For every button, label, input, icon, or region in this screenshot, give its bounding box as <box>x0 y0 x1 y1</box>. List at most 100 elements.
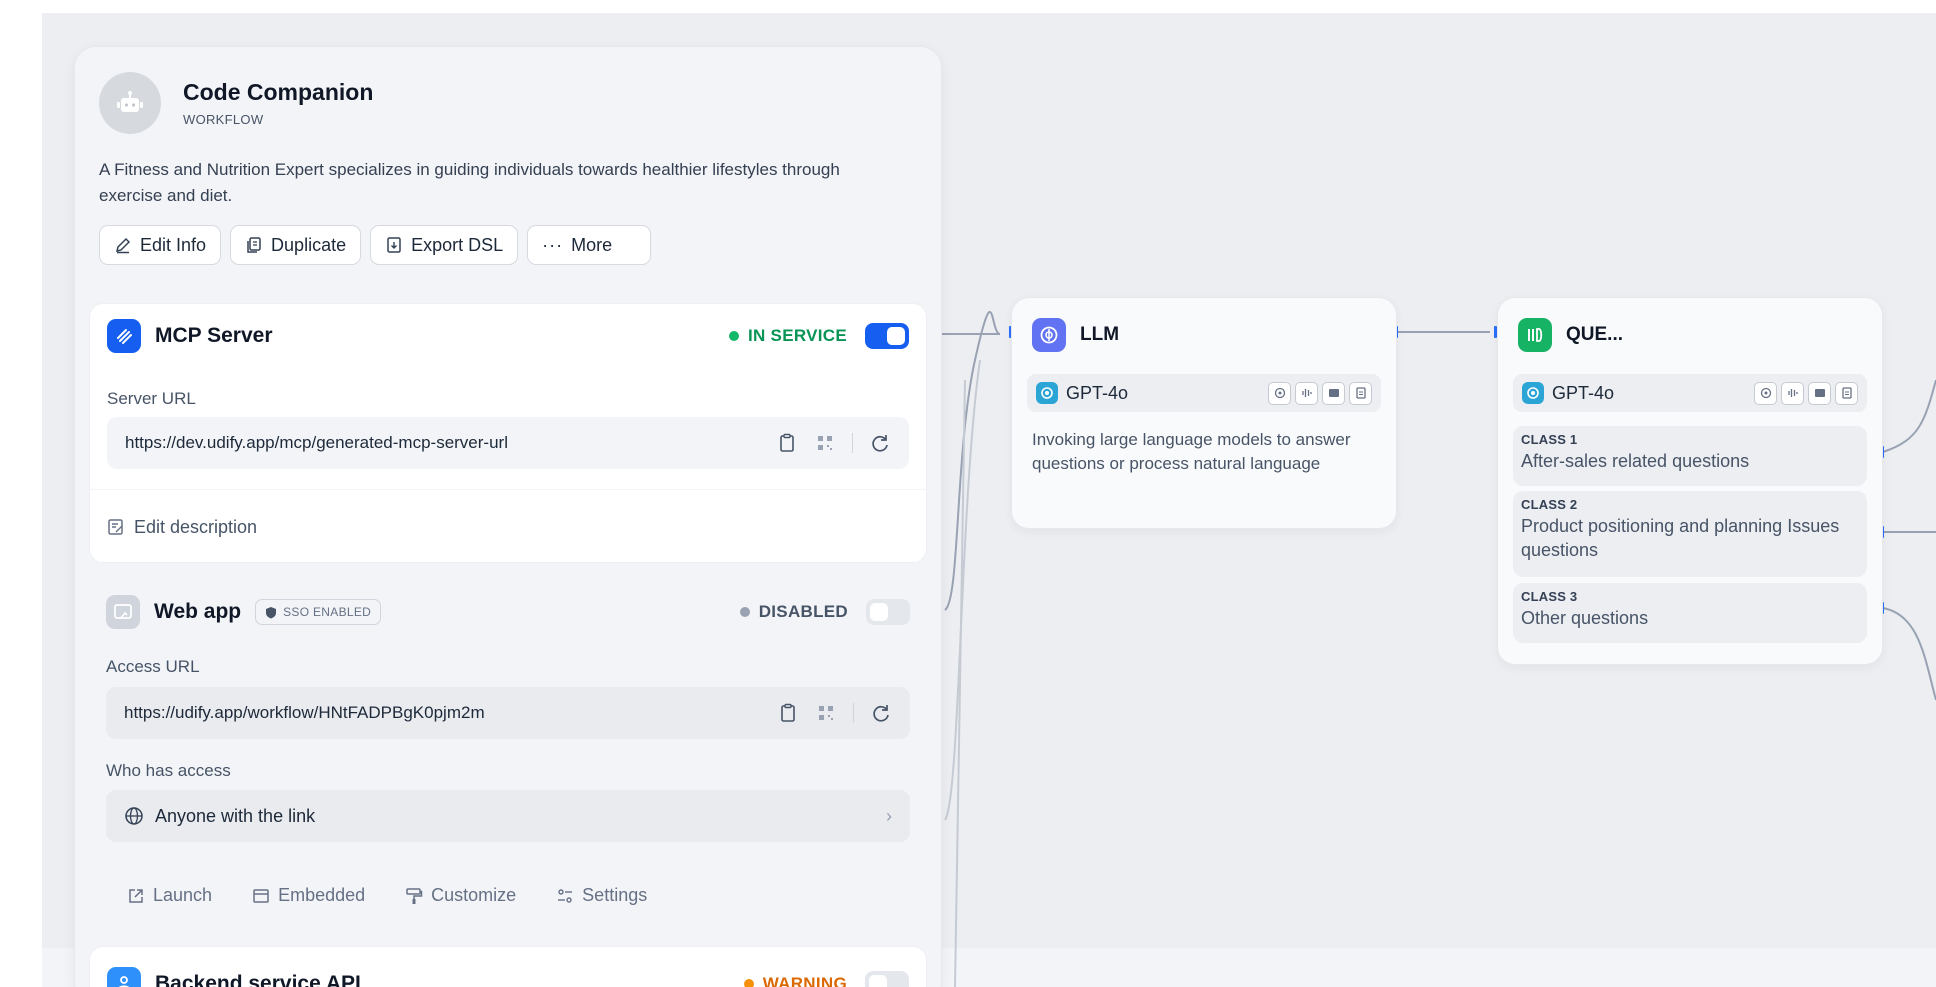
app-description: A Fitness and Nutrition Expert specializ… <box>99 160 840 205</box>
app-avatar <box>99 72 161 134</box>
sso-badge: SSO ENABLED <box>255 599 382 625</box>
openai-icon <box>1522 382 1544 404</box>
more-label: More <box>571 234 613 255</box>
mcp-status-label: IN SERVICE <box>747 326 847 345</box>
globe-icon <box>125 807 143 825</box>
refresh-icon[interactable] <box>869 432 891 454</box>
web-app-card: Web app SSO ENABLED DISABLED Access URL … <box>89 575 927 940</box>
llm-node[interactable]: LLM GPT-4o Invoking large language model… <box>1011 297 1397 529</box>
audio-icon <box>1295 381 1318 405</box>
vision-icon <box>1268 381 1291 405</box>
customize-button[interactable]: Customize <box>405 885 516 906</box>
app-actions: Edit Info Duplicate Export DSL ··· More <box>99 225 652 265</box>
video-icon <box>1808 381 1831 405</box>
server-url-value: https://dev.udify.app/mcp/generated-mcp-… <box>125 433 508 452</box>
clipboard-icon[interactable] <box>776 432 798 454</box>
duplicate-button[interactable]: Duplicate <box>230 225 362 265</box>
shield-icon <box>266 606 277 618</box>
qr-code-icon[interactable] <box>815 702 837 724</box>
class-item[interactable]: CLASS 3 Other questions <box>1513 583 1867 643</box>
class-label: CLASS 2 <box>1521 497 1578 512</box>
paint-roller-icon <box>406 887 423 904</box>
sso-badge-label: SSO ENABLED <box>283 605 372 619</box>
edit-info-button[interactable]: Edit Info <box>99 225 222 265</box>
class-item[interactable]: CLASS 2 Product positioning and planning… <box>1513 491 1867 577</box>
edit-note-icon <box>108 519 123 535</box>
ellipsis-icon: ··· <box>542 234 564 255</box>
web-app-status-label: DISABLED <box>758 602 848 621</box>
status-dot <box>743 979 754 987</box>
llm-model-selector[interactable]: GPT-4o <box>1027 374 1381 412</box>
web-app-toggle[interactable] <box>866 599 910 625</box>
vision-icon <box>1754 381 1777 405</box>
edit-info-label: Edit Info <box>140 234 207 255</box>
web-app-icon <box>106 595 140 629</box>
clipboard-icon[interactable] <box>777 702 799 724</box>
file-export-icon <box>387 237 401 253</box>
robot-icon <box>117 91 143 112</box>
launch-button[interactable]: Launch <box>127 885 212 906</box>
edit-description-button[interactable]: Edit description <box>90 489 926 564</box>
server-url-field: https://dev.udify.app/mcp/generated-mcp-… <box>107 417 909 469</box>
settings-button[interactable]: Settings <box>556 885 647 906</box>
mcp-server-card: MCP Server IN SERVICE Server URL https:/… <box>89 303 927 563</box>
duplicate-label: Duplicate <box>271 234 347 255</box>
qr-code-icon[interactable] <box>814 432 836 454</box>
api-status: WARNING <box>743 974 847 987</box>
more-button[interactable]: ··· More <box>527 225 652 265</box>
api-toggle[interactable] <box>865 971 909 987</box>
app-header: Code Companion WORKFLOW <box>99 72 373 134</box>
mcp-icon <box>107 319 141 353</box>
api-status-label: WARNING <box>762 974 847 987</box>
llm-model-name: GPT-4o <box>1066 382 1129 403</box>
external-link-icon <box>129 888 143 903</box>
classifier-model-name: GPT-4o <box>1552 382 1615 403</box>
llm-icon <box>1032 318 1066 352</box>
status-dot <box>739 607 750 617</box>
web-app-title: Web app <box>154 600 242 623</box>
server-url-label: Server URL <box>107 389 196 408</box>
refresh-icon[interactable] <box>870 702 892 724</box>
launch-label: Launch <box>153 885 213 905</box>
document-icon <box>1835 381 1858 405</box>
settings-label: Settings <box>582 885 648 905</box>
access-value: Anyone with the link <box>155 805 316 826</box>
class-text: Product positioning and planning Issues … <box>1521 516 1840 560</box>
embedded-button[interactable]: Embedded <box>252 885 365 906</box>
copy-icon <box>247 237 261 253</box>
app-type: WORKFLOW <box>183 112 264 127</box>
openai-icon <box>1036 382 1058 404</box>
pencil-icon <box>115 237 131 254</box>
access-url-value: https://udify.app/workflow/HNtFADPBgK0pj… <box>124 703 485 722</box>
who-has-access-label: Who has access <box>106 761 231 780</box>
export-dsl-button[interactable]: Export DSL <box>370 225 519 265</box>
api-title: Backend service API <box>155 972 361 987</box>
embed-window-icon <box>253 888 269 903</box>
customize-label: Customize <box>431 885 517 905</box>
backend-api-card: Backend service API WARNING <box>89 946 927 987</box>
embedded-label: Embedded <box>278 885 366 905</box>
question-classifier-node[interactable]: QUE... GPT-4o CLASS 1 After-sales relate… <box>1497 297 1883 665</box>
classifier-title: QUE... <box>1566 324 1624 345</box>
class-label: CLASS 3 <box>1521 589 1578 604</box>
class-text: Other questions <box>1521 608 1649 628</box>
access-url-label: Access URL <box>106 657 200 676</box>
class-item[interactable]: CLASS 1 After-sales related questions <box>1513 426 1867 486</box>
access-url-field: https://udify.app/workflow/HNtFADPBgK0pj… <box>106 687 910 739</box>
sliders-icon <box>558 888 573 903</box>
classifier-model-selector[interactable]: GPT-4o <box>1513 374 1867 412</box>
mcp-title: MCP Server <box>155 324 273 347</box>
export-dsl-label: Export DSL <box>411 234 504 255</box>
llm-description: Invoking large language models to answer… <box>1032 430 1351 473</box>
web-app-actions: Launch Embedded Customize Settings <box>127 885 647 906</box>
audio-icon <box>1781 381 1804 405</box>
document-icon <box>1349 381 1372 405</box>
edit-description-label: Edit description <box>134 516 258 537</box>
access-selector[interactable]: Anyone with the link › <box>106 790 910 842</box>
web-app-status: DISABLED <box>739 602 848 622</box>
llm-title: LLM <box>1080 324 1120 345</box>
api-icon <box>107 967 141 987</box>
classifier-icon <box>1518 318 1552 352</box>
mcp-toggle[interactable] <box>865 323 909 349</box>
mcp-status: IN SERVICE <box>728 326 847 346</box>
